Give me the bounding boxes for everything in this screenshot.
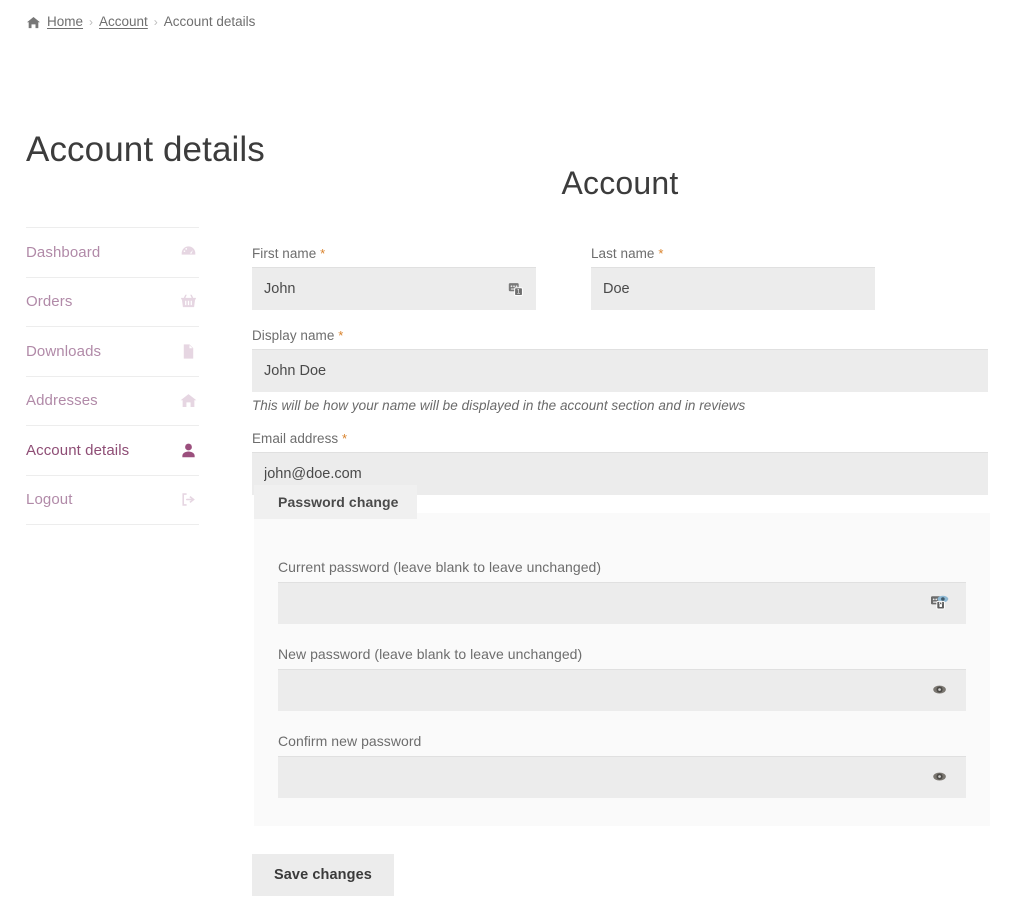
breadcrumb-link-home[interactable]: Home: [47, 14, 83, 29]
required-marker: *: [658, 246, 664, 261]
sidebar-item-label: Orders: [26, 293, 73, 311]
svg-text:1: 1: [517, 288, 521, 295]
email-label-text: Email address: [252, 431, 339, 446]
current-password-field: Current password (leave blank to leave u…: [278, 559, 966, 624]
new-password-input[interactable]: [278, 669, 966, 711]
new-password-input-wrap: [278, 669, 966, 711]
account-form: Account First name * John 1 Last name * …: [252, 165, 990, 896]
sidebar-item-logout[interactable]: Logout: [26, 474, 199, 525]
current-password-input-wrap: [278, 582, 966, 624]
sidebar-item-addresses[interactable]: Addresses: [26, 375, 199, 426]
breadcrumb-link-account[interactable]: Account: [99, 14, 148, 29]
form-heading: Account: [561, 165, 679, 201]
sidebar-item-downloads[interactable]: Downloads: [26, 326, 199, 376]
display-name-help-text: This will be how your name will be displ…: [252, 398, 746, 413]
last-name-label-text: Last name: [591, 246, 655, 261]
sidebar-item-label: Downloads: [26, 342, 102, 360]
required-marker: *: [338, 328, 344, 343]
display-name-field: Display name * This will be how your nam…: [252, 328, 988, 413]
last-name-field: Last name *: [591, 246, 875, 310]
password-change-fieldset: Password change Current password (leave …: [254, 485, 990, 826]
new-password-field: New password (leave blank to leave uncha…: [278, 646, 966, 711]
confirm-password-input[interactable]: [278, 756, 966, 798]
display-name-input[interactable]: [252, 349, 988, 392]
account-sidebar-nav: Dashboard Orders Downloads Addresses Acc…: [26, 227, 199, 525]
password-manager-eye-icon[interactable]: [930, 593, 950, 613]
password-manager-icon[interactable]: 1: [506, 279, 526, 299]
save-changes-button[interactable]: Save changes: [252, 854, 394, 896]
sidebar-item-label: Account details: [26, 441, 130, 459]
sidebar-item-orders[interactable]: Orders: [26, 276, 199, 327]
sidebar-item-account-details[interactable]: Account details: [26, 425, 199, 475]
confirm-password-field: Confirm new password: [278, 733, 966, 798]
sign-out-icon: [179, 491, 197, 509]
eye-icon[interactable]: [930, 767, 950, 787]
first-name-label-text: First name: [252, 246, 317, 261]
confirm-password-input-wrap: [278, 756, 966, 798]
name-row: First name * 1: [252, 246, 988, 328]
file-icon: [179, 342, 197, 360]
first-name-input[interactable]: [252, 267, 536, 310]
password-change-legend: Password change: [254, 485, 417, 519]
home-icon: [26, 16, 41, 30]
last-name-input-wrap: [591, 267, 875, 310]
first-name-label: First name *: [252, 246, 536, 261]
current-password-label: Current password (leave blank to leave u…: [278, 559, 602, 575]
sidebar-item-label: Addresses: [26, 392, 98, 410]
display-name-label-text: Display name: [252, 328, 335, 343]
sidebar-item-label: Logout: [26, 491, 73, 509]
sidebar-item-label: Dashboard: [26, 243, 101, 261]
first-name-input-wrap: 1: [252, 267, 536, 310]
user-icon: [179, 441, 197, 459]
required-marker: *: [342, 431, 348, 446]
basket-icon: [179, 293, 197, 311]
breadcrumb: Home › Account › Account details: [26, 14, 255, 29]
first-name-field: First name * 1: [252, 246, 536, 310]
confirm-password-label: Confirm new password: [278, 733, 422, 749]
display-name-input-wrap: [252, 349, 988, 392]
display-name-label: Display name *: [252, 328, 988, 343]
sidebar-item-dashboard[interactable]: Dashboard: [26, 227, 199, 277]
last-name-input[interactable]: [591, 267, 875, 310]
new-password-label: New password (leave blank to leave uncha…: [278, 646, 583, 662]
breadcrumb-separator: ›: [89, 14, 94, 29]
tachometer-icon: [179, 243, 197, 261]
eye-icon[interactable]: [930, 680, 950, 700]
required-marker: *: [320, 246, 326, 261]
breadcrumb-current: Account details: [163, 14, 256, 29]
page-title: Account details: [26, 130, 265, 170]
current-password-input[interactable]: [278, 582, 966, 624]
breadcrumb-separator: ›: [153, 14, 158, 29]
last-name-label: Last name *: [591, 246, 875, 261]
email-label: Email address *: [252, 431, 988, 446]
home-icon: [179, 392, 197, 410]
